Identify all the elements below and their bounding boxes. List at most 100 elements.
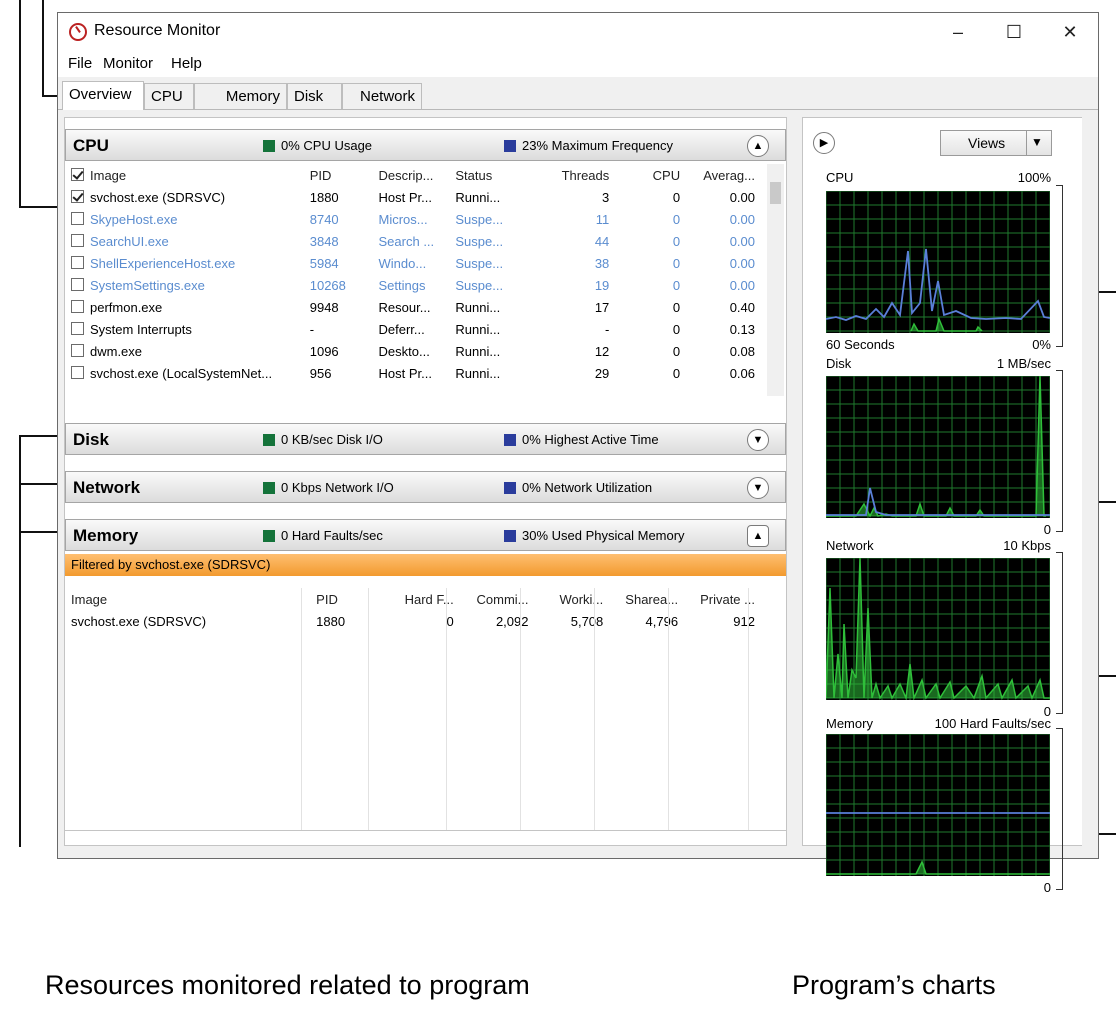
views-button[interactable]: Views ▼ xyxy=(940,130,1052,156)
process-cpu-cell: 0 xyxy=(672,277,681,293)
memory-image-cell: svchost.exe (SDRSVC) xyxy=(71,613,207,629)
process-pid-cell: 956 xyxy=(309,365,332,381)
process-image-cell[interactable]: System Interrupts xyxy=(65,318,304,340)
chart-time-label: 60 Seconds xyxy=(826,337,895,352)
process-image-cell[interactable]: svchost.exe (SDRSVC) xyxy=(65,186,304,208)
process-checkbox[interactable] xyxy=(71,255,84,269)
menu-help[interactable]: Help xyxy=(171,55,202,72)
chart-scale-bracket xyxy=(1056,370,1063,532)
menu-monitor[interactable]: Monitor xyxy=(103,55,153,72)
column-header-threads[interactable]: Threads xyxy=(534,164,615,186)
memory-section-header[interactable]: Memory 0 Hard Faults/sec 30% Used Physic… xyxy=(65,519,786,551)
minimize-button[interactable]: – xyxy=(938,17,978,47)
tab-disk[interactable]: Disk xyxy=(287,83,342,109)
blue-legend-square-icon xyxy=(504,434,516,446)
right-caption: Program’s charts xyxy=(792,970,996,1000)
tab-network[interactable]: Network xyxy=(342,83,422,109)
process-checkbox[interactable] xyxy=(71,299,84,313)
column-header-cpu[interactable]: CPU xyxy=(615,164,686,186)
process-status-cell: Suspe... xyxy=(455,277,504,293)
chart-title: CPU xyxy=(826,170,854,185)
process-checkbox[interactable] xyxy=(71,233,84,247)
network-utilization-stat: 0% Network Utilization xyxy=(522,480,653,495)
tab-memory[interactable]: Memory xyxy=(194,83,287,109)
process-image-cell[interactable]: SystemSettings.exe xyxy=(65,274,304,296)
network-section-header[interactable]: Network 0 Kbps Network I/O 0% Network Ut… xyxy=(65,471,786,503)
scrollbar-thumb[interactable] xyxy=(770,182,781,204)
tab-cpu[interactable]: CPU xyxy=(144,83,194,109)
column-header-shareable[interactable]: Sharea... xyxy=(609,588,684,610)
column-header-image[interactable]: Image xyxy=(65,588,310,610)
chevron-up-icon[interactable]: ▲ xyxy=(747,525,769,547)
process-pid-cell: 8740 xyxy=(309,211,339,227)
table-row[interactable]: SearchUI.exe 3848 Search ... Suspe... 44 0 0.0… xyxy=(65,230,761,252)
process-image-cell[interactable]: ShellExperienceHost.exe xyxy=(65,252,304,274)
process-status-cell: Runni... xyxy=(455,321,501,337)
column-header-average-cpu[interactable]: Averag... xyxy=(686,164,761,186)
table-row[interactable]: svchost.exe (SDRSVC) 1880 Host Pr... Runni.… xyxy=(65,186,761,208)
column-header-pid[interactable]: PID xyxy=(304,164,373,186)
column-header-commit[interactable]: Commi... xyxy=(460,588,535,610)
menu-file[interactable]: File xyxy=(68,55,92,72)
tab-bar: Overview CPU Memory Disk Network xyxy=(58,77,1098,110)
table-row[interactable]: svchost.exe (LocalSystemNet... 956 Host Pr… xyxy=(65,362,761,384)
cpu-table-scrollbar[interactable] xyxy=(767,164,784,396)
left-pane-scrollbar[interactable] xyxy=(787,117,800,846)
process-checkbox[interactable] xyxy=(71,277,84,291)
column-header-private[interactable]: Private ... xyxy=(684,588,761,610)
dropdown-arrow-icon[interactable]: ▼ xyxy=(1031,135,1043,149)
table-row[interactable]: SystemSettings.exe 10268 Settings Suspe... 1… xyxy=(65,274,761,296)
process-threads-cell: 11 xyxy=(595,211,610,227)
column-divider xyxy=(368,588,369,830)
memory-working-set-cell: 5,708 xyxy=(570,613,604,629)
chevron-down-icon[interactable]: ▼ xyxy=(747,429,769,451)
right-pane-scrollbar[interactable] xyxy=(1082,117,1095,846)
close-button[interactable]: ✕ xyxy=(1050,17,1090,47)
process-status-cell: Suspe... xyxy=(455,211,504,227)
column-divider xyxy=(748,588,749,830)
graph-cpu xyxy=(826,191,1050,333)
table-row[interactable]: dwm.exe 1096 Deskto... Runni... 12 0 0.08 xyxy=(65,340,761,362)
column-header-image[interactable]: Image xyxy=(65,164,304,186)
table-row[interactable]: SkypeHost.exe 8740 Micros... Suspe... 11 0 0.0… xyxy=(65,208,761,230)
annotation-line-tab-vertical xyxy=(42,0,44,96)
maximize-button[interactable]: ☐ xyxy=(994,17,1034,47)
memory-private-cell: 912 xyxy=(733,613,755,629)
disk-section-header[interactable]: Disk 0 KB/sec Disk I/O 0% Highest Active… xyxy=(65,423,786,455)
process-image-cell[interactable]: svchost.exe (LocalSystemNet... xyxy=(65,362,304,384)
cpu-section-header[interactable]: CPU 0% CPU Usage 23% Maximum Frequency ▲ xyxy=(65,129,786,161)
select-all-checkbox[interactable] xyxy=(71,167,84,181)
process-checkbox[interactable] xyxy=(71,321,84,335)
process-checkbox[interactable] xyxy=(71,189,84,203)
left-caption: Resources monitored related to program xyxy=(45,970,530,1000)
column-divider xyxy=(594,588,595,830)
process-image-cell[interactable]: perfmon.exe xyxy=(65,296,304,318)
table-row[interactable]: svchost.exe (SDRSVC) 1880 0 2,092 5,708 4,796… xyxy=(65,610,761,632)
process-image-cell[interactable]: SearchUI.exe xyxy=(65,230,304,252)
process-threads-cell: 3 xyxy=(602,189,610,205)
annotation-line-sections-vertical xyxy=(19,435,21,847)
column-header-working-set[interactable]: Worki... xyxy=(535,588,610,610)
column-header-hard-faults[interactable]: Hard F... xyxy=(381,588,460,610)
chevron-right-icon[interactable]: ▶ xyxy=(813,132,835,154)
table-row[interactable]: System Interrupts - Deferr... Runni... -0 0.1… xyxy=(65,318,761,340)
green-legend-square-icon xyxy=(263,530,275,542)
process-threads-cell: 19 xyxy=(594,277,610,293)
chevron-down-icon[interactable]: ▼ xyxy=(747,477,769,499)
process-checkbox[interactable] xyxy=(71,343,84,357)
process-pid-cell: - xyxy=(309,321,315,337)
table-row[interactable]: perfmon.exe 9948 Resour... Runni... 17 0 0.40 xyxy=(65,296,761,318)
table-row[interactable]: ShellExperienceHost.exe 5984 Windo... Suspe… xyxy=(65,252,761,274)
process-pid-cell: 1880 xyxy=(309,189,339,205)
process-threads-cell: 12 xyxy=(594,343,610,359)
process-image-cell[interactable]: dwm.exe xyxy=(65,340,304,362)
process-image-cell[interactable]: SkypeHost.exe xyxy=(65,208,304,230)
chevron-up-icon[interactable]: ▲ xyxy=(747,135,769,157)
column-header-pid[interactable]: PID xyxy=(310,588,381,610)
process-checkbox[interactable] xyxy=(71,365,84,379)
tab-overview[interactable]: Overview xyxy=(62,81,144,110)
column-header-description[interactable]: Descrip... xyxy=(373,164,450,186)
annotation-line-row-vertical xyxy=(19,0,21,207)
process-checkbox[interactable] xyxy=(71,211,84,225)
column-header-status[interactable]: Status xyxy=(449,164,534,186)
